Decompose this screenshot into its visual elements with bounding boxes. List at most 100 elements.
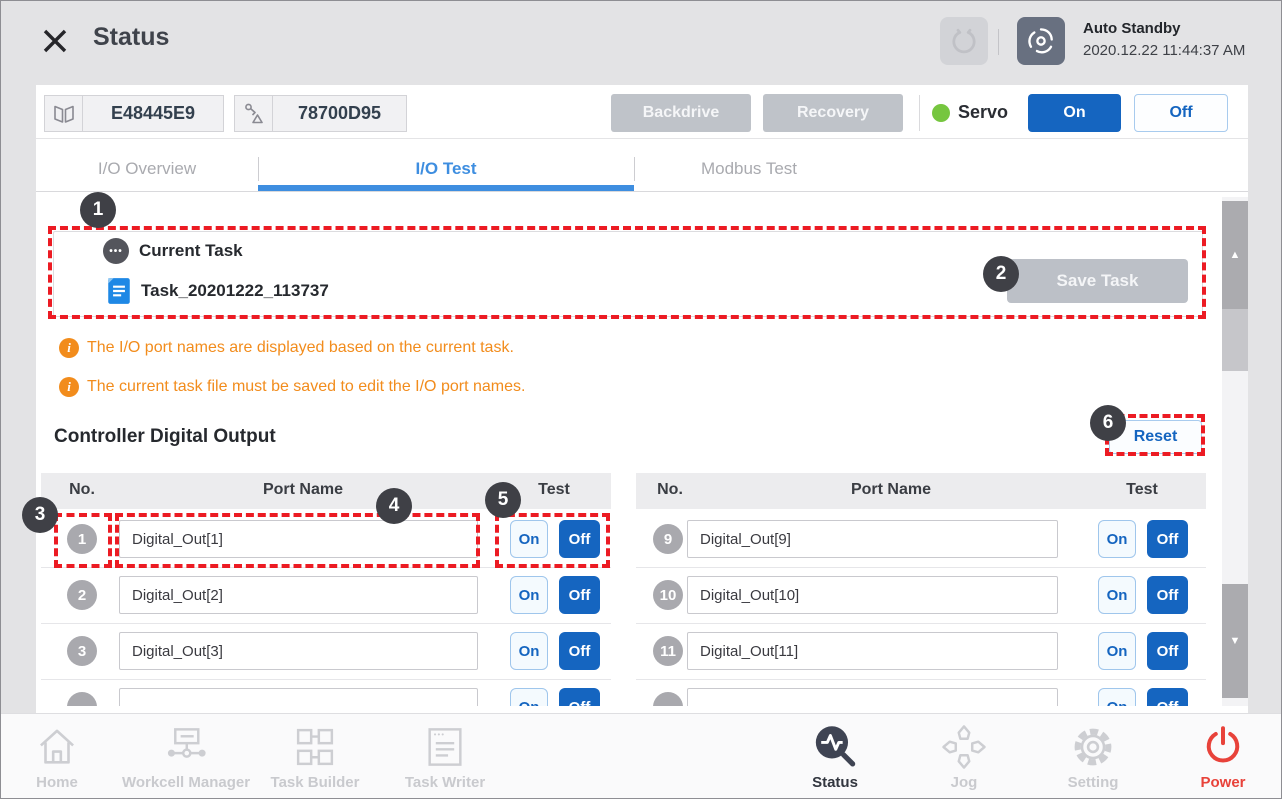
- row-number-badge: 9: [653, 524, 683, 554]
- servo-on-button[interactable]: On: [1028, 94, 1121, 132]
- test-on-button[interactable]: On: [1098, 632, 1136, 670]
- col-header-port-name: Port Name: [851, 481, 931, 499]
- scrollbar-thumb[interactable]: [1222, 309, 1248, 371]
- table-row: 3 On Off: [41, 632, 611, 670]
- nav-status[interactable]: Status: [760, 724, 910, 791]
- nav-power[interactable]: Power: [1148, 724, 1282, 791]
- nav-label: Jog: [889, 774, 1039, 791]
- page-title: Status: [93, 23, 169, 52]
- callout-2: 2: [983, 256, 1019, 292]
- callout-box-port-name: [115, 513, 480, 568]
- auto-standby-button[interactable]: [1017, 17, 1065, 65]
- row-divider: [41, 679, 611, 680]
- nav-task-writer[interactable]: Task Writer: [370, 724, 520, 791]
- task-writer-icon: [370, 724, 520, 772]
- test-off-button[interactable]: Off: [1147, 632, 1188, 670]
- close-icon: [37, 23, 73, 59]
- col-header-no: No.: [69, 481, 95, 499]
- test-on-button[interactable]: On: [510, 576, 548, 614]
- vertical-scrollbar[interactable]: ▲ ▼: [1222, 197, 1248, 706]
- robot-release-button[interactable]: [940, 17, 988, 65]
- servo-divider: [919, 95, 920, 131]
- recovery-button[interactable]: Recovery: [763, 94, 903, 132]
- row-number-badge: 3: [67, 636, 97, 666]
- test-on-button[interactable]: On: [1098, 520, 1136, 558]
- callout-box-current-task: [48, 226, 1206, 319]
- nav-label: Status: [760, 774, 910, 791]
- nav-task-builder[interactable]: Task Builder: [240, 724, 390, 791]
- section-title: Controller Digital Output: [54, 426, 276, 448]
- port-name-input[interactable]: [119, 632, 478, 670]
- status-screen: Status Auto Standby 2020.12.22 11:44:37 …: [0, 0, 1282, 799]
- callout-box-test-buttons: [495, 513, 610, 568]
- scroll-up-button[interactable]: ▲: [1222, 201, 1248, 309]
- nav-jog[interactable]: Jog: [889, 724, 1039, 791]
- robot-serial-field[interactable]: 78700D95: [234, 95, 407, 132]
- test-on-button[interactable]: On: [1098, 576, 1136, 614]
- robot-arm-icon: [235, 96, 273, 131]
- tab-io-overview[interactable]: I/O Overview: [67, 154, 227, 184]
- task-builder-icon: [240, 724, 390, 772]
- table-row: On Off: [41, 688, 611, 706]
- test-on-button[interactable]: On: [510, 632, 548, 670]
- backdrive-button[interactable]: Backdrive: [611, 94, 751, 132]
- tab-modbus-test[interactable]: Modbus Test: [649, 154, 849, 184]
- serial-row-divider: [36, 138, 1248, 139]
- callout-1: 1: [80, 192, 116, 228]
- controller-book-icon: [45, 96, 83, 131]
- tab-row-divider: [36, 191, 1248, 192]
- table-header: No. Port Name Test: [636, 473, 1206, 509]
- table-header: No. Port Name Test: [41, 473, 611, 509]
- port-name-input[interactable]: [119, 576, 478, 614]
- nav-setting[interactable]: Setting: [1018, 724, 1168, 791]
- port-name-input[interactable]: [119, 688, 478, 706]
- table-row: 10 On Off: [636, 576, 1206, 614]
- port-name-input[interactable]: [687, 688, 1058, 706]
- callout-3: 3: [22, 497, 58, 533]
- port-name-input[interactable]: [687, 520, 1058, 558]
- status-pulse-icon: [760, 724, 910, 772]
- callout-box-row-number: [54, 513, 112, 568]
- table-row: On Off: [636, 688, 1206, 706]
- close-button[interactable]: [37, 23, 73, 59]
- row-number-badge: 2: [67, 580, 97, 610]
- row-divider: [636, 623, 1206, 624]
- nav-label: Task Builder: [240, 774, 390, 791]
- tab-divider: [258, 157, 259, 181]
- row-number-badge: [67, 692, 97, 706]
- col-header-test: Test: [1126, 481, 1158, 499]
- table-row: 9 On Off: [636, 520, 1206, 558]
- timestamp: 2020.12.22 11:44:37 AM: [1083, 42, 1245, 59]
- standby-swirl-icon: [1026, 26, 1056, 56]
- test-off-button[interactable]: Off: [1147, 688, 1188, 706]
- scroll-down-button[interactable]: ▼: [1222, 584, 1248, 698]
- io-table-left: No. Port Name Test 1 On Off 2 On Off 3 O…: [41, 473, 611, 706]
- tab-io-test[interactable]: I/O Test: [346, 154, 546, 184]
- servo-off-button[interactable]: Off: [1134, 94, 1228, 132]
- bottom-navbar: Home Workcell Manager Task: [1, 713, 1282, 799]
- test-off-button[interactable]: Off: [1147, 576, 1188, 614]
- test-off-button[interactable]: Off: [559, 576, 600, 614]
- test-on-button[interactable]: On: [1098, 688, 1136, 706]
- table-row: 11 On Off: [636, 632, 1206, 670]
- row-number-badge: 11: [653, 636, 683, 666]
- row-divider: [41, 623, 611, 624]
- test-off-button[interactable]: Off: [559, 632, 600, 670]
- controller-serial-field[interactable]: E48445E9: [44, 95, 224, 132]
- setting-gear-icon: [1018, 724, 1168, 772]
- robot-serial-value: 78700D95: [273, 96, 406, 131]
- scroll-up-icon: ▲: [1230, 249, 1241, 261]
- nav-workcell-manager[interactable]: Workcell Manager: [111, 724, 261, 791]
- test-off-button[interactable]: Off: [559, 688, 600, 706]
- tab-divider: [634, 157, 635, 181]
- controller-serial-value: E48445E9: [83, 96, 223, 131]
- test-on-button[interactable]: On: [510, 688, 548, 706]
- info-icon: i: [59, 338, 79, 358]
- workcell-manager-icon: [111, 724, 261, 772]
- notice-line-2: The current task file must be saved to e…: [87, 378, 525, 396]
- notice-line-1: The I/O port names are displayed based o…: [87, 339, 514, 357]
- port-name-input[interactable]: [687, 576, 1058, 614]
- test-off-button[interactable]: Off: [1147, 520, 1188, 558]
- row-divider: [636, 567, 1206, 568]
- port-name-input[interactable]: [687, 632, 1058, 670]
